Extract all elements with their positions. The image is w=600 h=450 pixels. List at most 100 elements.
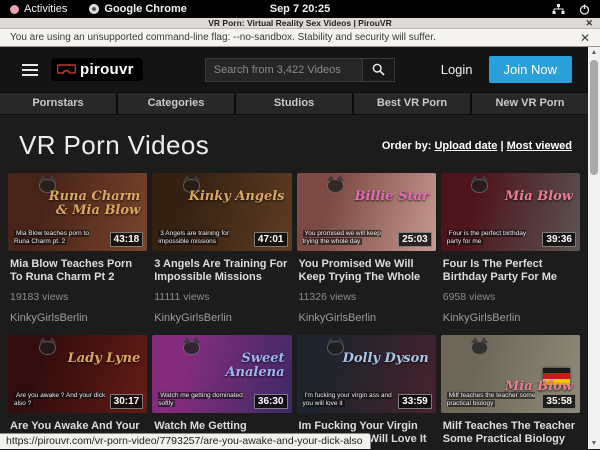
video-card: Kinky Angels 3 Angels are training for i… xyxy=(152,173,291,324)
nav-item-pornstars[interactable]: Pornstars xyxy=(0,93,116,114)
search-button[interactable] xyxy=(363,58,395,82)
scrollbar-thumb[interactable] xyxy=(590,60,598,175)
video-title-link[interactable]: 3 Angels Are Training For Impossible Mis… xyxy=(154,258,289,284)
order-by-label: Order by: xyxy=(382,140,432,152)
tab-title[interactable]: VR Porn: Virtual Reality Sex Videos | Pi… xyxy=(208,18,391,28)
duration-badge: 36:30 xyxy=(254,394,288,409)
thumbnail-caption: Mia Blow teaches porn to Runa Charm pt. … xyxy=(14,230,105,246)
thumbnail-overlay-text: Lady Lyne xyxy=(68,352,141,366)
video-card: Sweet Analena Watch me getting dominated… xyxy=(152,335,291,449)
studio-watermark-icon xyxy=(39,179,56,193)
duration-badge: 39:36 xyxy=(542,232,576,247)
join-now-button[interactable]: Join Now xyxy=(489,56,572,83)
thumbnail-overlay-text: Runa Charm & Mia Blow xyxy=(43,190,140,218)
duration-badge: 33:59 xyxy=(398,394,432,409)
video-card: Runa Charm & Mia Blow Mia Blow teaches p… xyxy=(8,173,147,324)
video-card: Billie Star You promised we will keep tr… xyxy=(297,173,436,324)
thumbnail-caption: You promised we will keep trying the who… xyxy=(303,230,394,246)
activities-button[interactable]: Activities xyxy=(10,3,67,15)
video-thumbnail[interactable]: Kinky Angels 3 Angels are training for i… xyxy=(152,173,291,251)
chrome-app-icon xyxy=(89,4,99,14)
vr-headset-icon xyxy=(57,64,76,75)
order-most-viewed-link[interactable]: Most viewed xyxy=(507,140,572,152)
clock[interactable]: Sep 7 20:25 xyxy=(270,3,331,15)
search-icon xyxy=(372,63,385,76)
studio-link[interactable]: KinkyGirlsBerlin xyxy=(443,312,578,324)
video-title-link[interactable]: Mia Blow Teaches Porn To Runa Charm Pt 2 xyxy=(10,258,145,284)
scroll-down-icon[interactable]: ▼ xyxy=(591,438,598,449)
window-title-bar: VR Porn: Virtual Reality Sex Videos | Pi… xyxy=(0,18,600,29)
video-views: 6958 views xyxy=(443,291,578,303)
tab-close-icon[interactable]: ✕ xyxy=(585,18,593,29)
thumbnail-caption: Milf teaches the teacher some practical … xyxy=(447,392,538,408)
studio-watermark-icon xyxy=(327,341,344,355)
video-title-link[interactable]: Milf Teaches The Teacher Some Practical … xyxy=(443,420,578,446)
menu-icon[interactable] xyxy=(22,64,38,76)
focused-app-menu[interactable]: Google Chrome xyxy=(89,3,187,15)
thumbnail-caption: Four is the perfect birthday party for m… xyxy=(447,230,538,246)
scroll-up-icon[interactable]: ▲ xyxy=(591,47,598,58)
duration-badge: 35:58 xyxy=(542,394,576,409)
order-by: Order by: Upload date | Most viewed xyxy=(382,140,572,152)
thumbnail-overlay-text: Kinky Angels xyxy=(189,190,285,204)
thumbnail-caption: 3 Angels are training for impossible mis… xyxy=(158,230,249,246)
studio-watermark-icon xyxy=(471,179,488,193)
thumbnail-overlay-text: Mia Blow xyxy=(505,190,573,204)
nav-item-studios[interactable]: Studios xyxy=(236,93,352,114)
status-url-bubble: https://pirouvr.com/vr-porn-video/779325… xyxy=(0,433,371,449)
thumbnail-caption: I'm fucking your virgin ass and you will… xyxy=(303,392,394,408)
page-title: VR Porn Videos xyxy=(19,130,209,161)
duration-badge: 47:01 xyxy=(254,232,288,247)
studio-watermark-icon xyxy=(39,341,56,355)
video-thumbnail[interactable]: Lady Lyne Are you awake ? And your dick … xyxy=(8,335,147,413)
video-card: Dolly Dyson I'm fucking your virgin ass … xyxy=(297,335,436,449)
power-icon[interactable] xyxy=(579,4,590,15)
order-upload-date-link[interactable]: Upload date xyxy=(434,140,497,152)
studio-link[interactable]: KinkyGirlsBerlin xyxy=(154,312,289,324)
video-thumbnail[interactable]: Sweet Analena Watch me getting dominated… xyxy=(152,335,291,413)
video-card: Mia Blow Four is the perfect birthday pa… xyxy=(441,173,580,324)
thumbnail-overlay-text: Billie Star xyxy=(355,190,429,204)
nav-item-best-vr[interactable]: Best VR Porn xyxy=(354,93,470,114)
thumbnail-caption: Watch me getting dominated softly xyxy=(158,392,249,408)
duration-badge: 30:17 xyxy=(110,394,144,409)
video-thumbnail[interactable]: Billie Star You promised we will keep tr… xyxy=(297,173,436,251)
notification-dot-icon xyxy=(10,5,19,14)
search-input[interactable] xyxy=(205,58,363,82)
chrome-infobar: You are using an unsupported command-lin… xyxy=(0,29,600,47)
nav-item-categories[interactable]: Categories xyxy=(118,93,234,114)
video-thumbnail[interactable]: Mia Blow Four is the perfect birthday pa… xyxy=(441,173,580,251)
site-header: pirouvr Login Join Now xyxy=(0,47,588,92)
browser-viewport: pirouvr Login Join Now Pornstars Categor… xyxy=(0,47,600,449)
video-title-link[interactable]: Four Is The Perfect Birthday Party For M… xyxy=(443,258,578,284)
studio-watermark-icon xyxy=(471,341,488,355)
vertical-scrollbar[interactable]: ▲ ▼ xyxy=(588,47,600,449)
thumbnail-caption: Are you awake ? And your dick also ? xyxy=(14,392,105,408)
login-link[interactable]: Login xyxy=(441,62,473,77)
german-flag-icon xyxy=(543,368,570,385)
video-card: Lady Lyne Are you awake ? And your dick … xyxy=(8,335,147,449)
video-views: 11111 views xyxy=(154,291,289,303)
system-top-bar: Activities Google Chrome Sep 7 20:25 xyxy=(0,0,600,18)
activities-label: Activities xyxy=(24,3,67,15)
studio-watermark-icon xyxy=(183,179,200,193)
infobar-message: You are using an unsupported command-lin… xyxy=(10,32,436,43)
video-thumbnail[interactable]: Dolly Dyson I'm fucking your virgin ass … xyxy=(297,335,436,413)
video-views: 11326 views xyxy=(299,291,434,303)
video-grid: Runa Charm & Mia Blow Mia Blow teaches p… xyxy=(0,167,588,449)
site-logo[interactable]: pirouvr xyxy=(51,58,143,81)
search-box xyxy=(205,58,395,82)
nav-item-new-vr[interactable]: New VR Porn xyxy=(472,93,588,114)
video-views: 19183 views xyxy=(10,291,145,303)
duration-badge: 43:18 xyxy=(110,232,144,247)
studio-link[interactable]: KinkyGirlsBerlin xyxy=(10,312,145,324)
video-title-link[interactable]: You Promised We Will Keep Trying The Who… xyxy=(299,258,434,284)
infobar-close-icon[interactable]: ✕ xyxy=(580,29,590,47)
video-thumbnail[interactable]: Mia Blow Milf teaches the teacher some p… xyxy=(441,335,580,413)
thumbnail-overlay-text: Sweet Analena xyxy=(187,352,284,380)
video-thumbnail[interactable]: Runa Charm & Mia Blow Mia Blow teaches p… xyxy=(8,173,147,251)
studio-link[interactable]: KinkyGirlsBerlin xyxy=(299,312,434,324)
thumbnail-overlay-text: Dolly Dyson xyxy=(343,352,429,366)
network-icon[interactable] xyxy=(552,4,565,15)
duration-badge: 25:03 xyxy=(398,232,432,247)
